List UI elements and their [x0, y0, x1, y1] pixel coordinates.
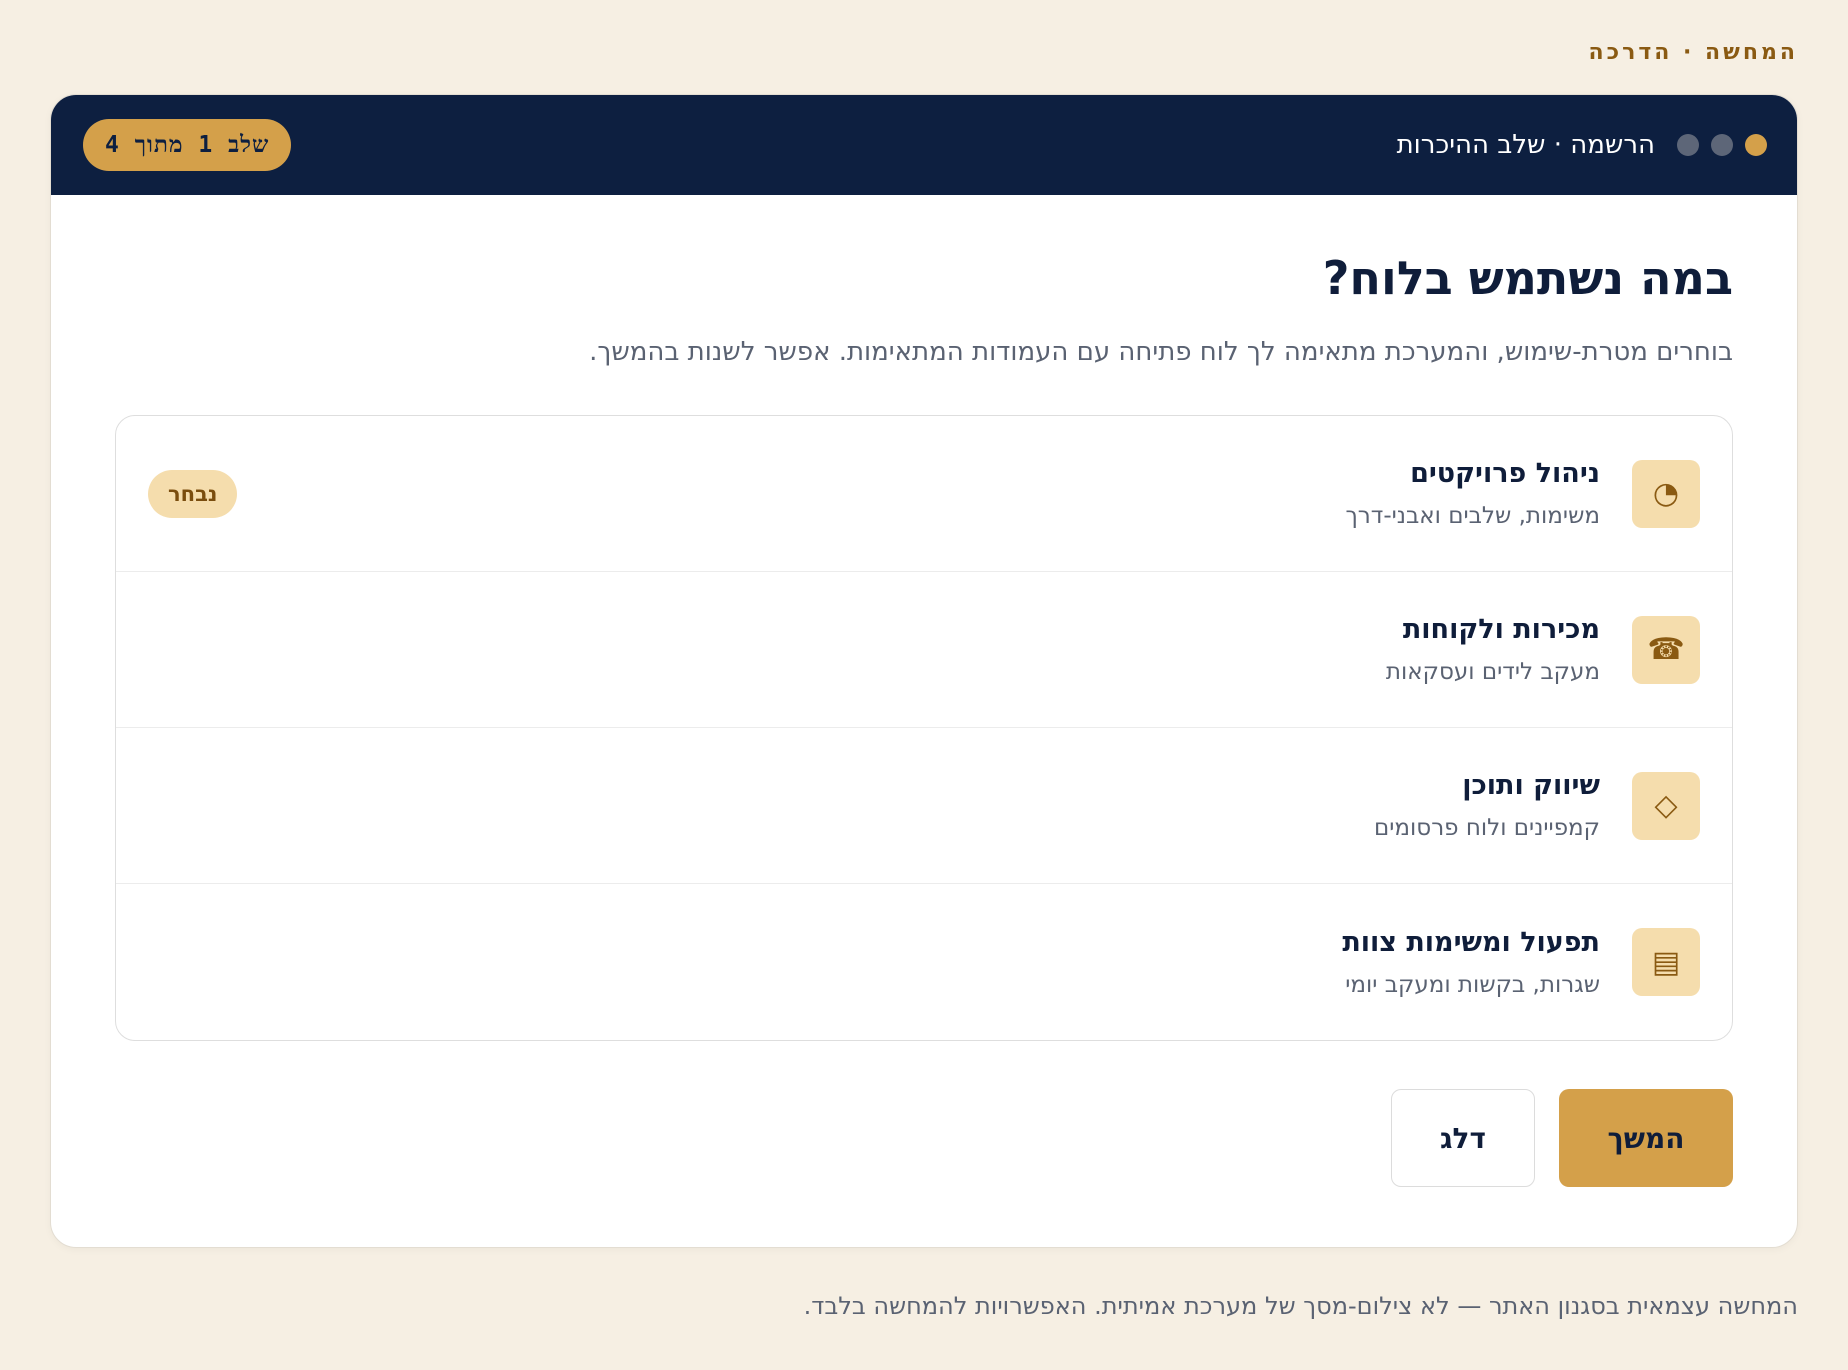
page-title: במה נשתמש בלוח? — [1322, 251, 1733, 305]
progress-dot-2 — [1711, 134, 1733, 156]
footnote: המחשה עצמאית בסגנון האתר — לא צילום-מסך … — [803, 1292, 1798, 1320]
step-indicator-badge: שלב 1 מתוך 4 — [83, 119, 292, 171]
diamond-icon: ◇ — [1632, 771, 1700, 840]
option-text: ניהול פרויקטים משימות, שלבים ואבני-דרך — [237, 458, 1600, 529]
onboarding-card: הרשמה · שלב ההיכרות שלב 1 מתוך 4 במה נשת… — [50, 94, 1798, 1248]
selected-badge: נבחר — [148, 469, 238, 518]
option-text: מכירות ולקוחות מעקב לידים ועסקאות — [148, 614, 1600, 685]
telephone-icon: ☎ — [1632, 615, 1700, 684]
option-project-management[interactable]: ◔ ניהול פרויקטים משימות, שלבים ואבני-דרך… — [116, 416, 1732, 572]
option-sales-customers[interactable]: ☎ מכירות ולקוחות מעקב לידים ועסקאות — [116, 572, 1732, 728]
option-text: שיווק ותוכן קמפיינים ולוח פרסומים — [148, 770, 1600, 841]
option-description: מעקב לידים ועסקאות — [1385, 659, 1600, 685]
continue-button[interactable]: המשך — [1559, 1089, 1733, 1187]
top-caption: המחשה · הדרכה — [1588, 40, 1798, 65]
list-icon: ▤ — [1632, 928, 1700, 996]
action-buttons: המשך דלג — [115, 1089, 1733, 1187]
option-description: קמפיינים ולוח פרסומים — [1373, 815, 1600, 841]
header-title: הרשמה · שלב ההיכרות — [1396, 130, 1655, 160]
option-text: תפעול ומשימות צוות שגרות, בקשות ומעקב יו… — [148, 927, 1600, 998]
page-subtitle: בוחרים מטרת-שימוש, והמערכת מתאימה לך לוח… — [589, 337, 1733, 367]
option-title: תפעול ומשימות צוות — [1342, 926, 1600, 958]
option-title: שיווק ותוכן — [1462, 770, 1600, 801]
header-progress: הרשמה · שלב ההיכרות — [1397, 130, 1767, 160]
progress-dots — [1677, 134, 1767, 156]
pie-chart-icon: ◔ — [1632, 459, 1700, 528]
skip-button[interactable]: דלג — [1391, 1089, 1535, 1187]
option-title: מכירות ולקוחות — [1402, 614, 1600, 645]
option-title: ניהול פרויקטים — [1410, 458, 1600, 489]
option-description: משימות, שלבים ואבני-דרך — [1345, 503, 1600, 529]
option-marketing-content[interactable]: ◇ שיווק ותוכן קמפיינים ולוח פרסומים — [116, 728, 1732, 884]
progress-dot-1 — [1745, 134, 1767, 156]
card-header: הרשמה · שלב ההיכרות שלב 1 מתוך 4 — [51, 95, 1797, 195]
card-body: במה נשתמש בלוח? בוחרים מטרת-שימוש, והמער… — [51, 195, 1797, 1187]
usage-options-list: ◔ ניהול פרויקטים משימות, שלבים ואבני-דרך… — [115, 415, 1733, 1041]
progress-dot-3 — [1677, 134, 1699, 156]
option-description: שגרות, בקשות ומעקב יומי — [1345, 971, 1600, 998]
option-operations-team[interactable]: ▤ תפעול ומשימות צוות שגרות, בקשות ומעקב … — [116, 884, 1732, 1040]
